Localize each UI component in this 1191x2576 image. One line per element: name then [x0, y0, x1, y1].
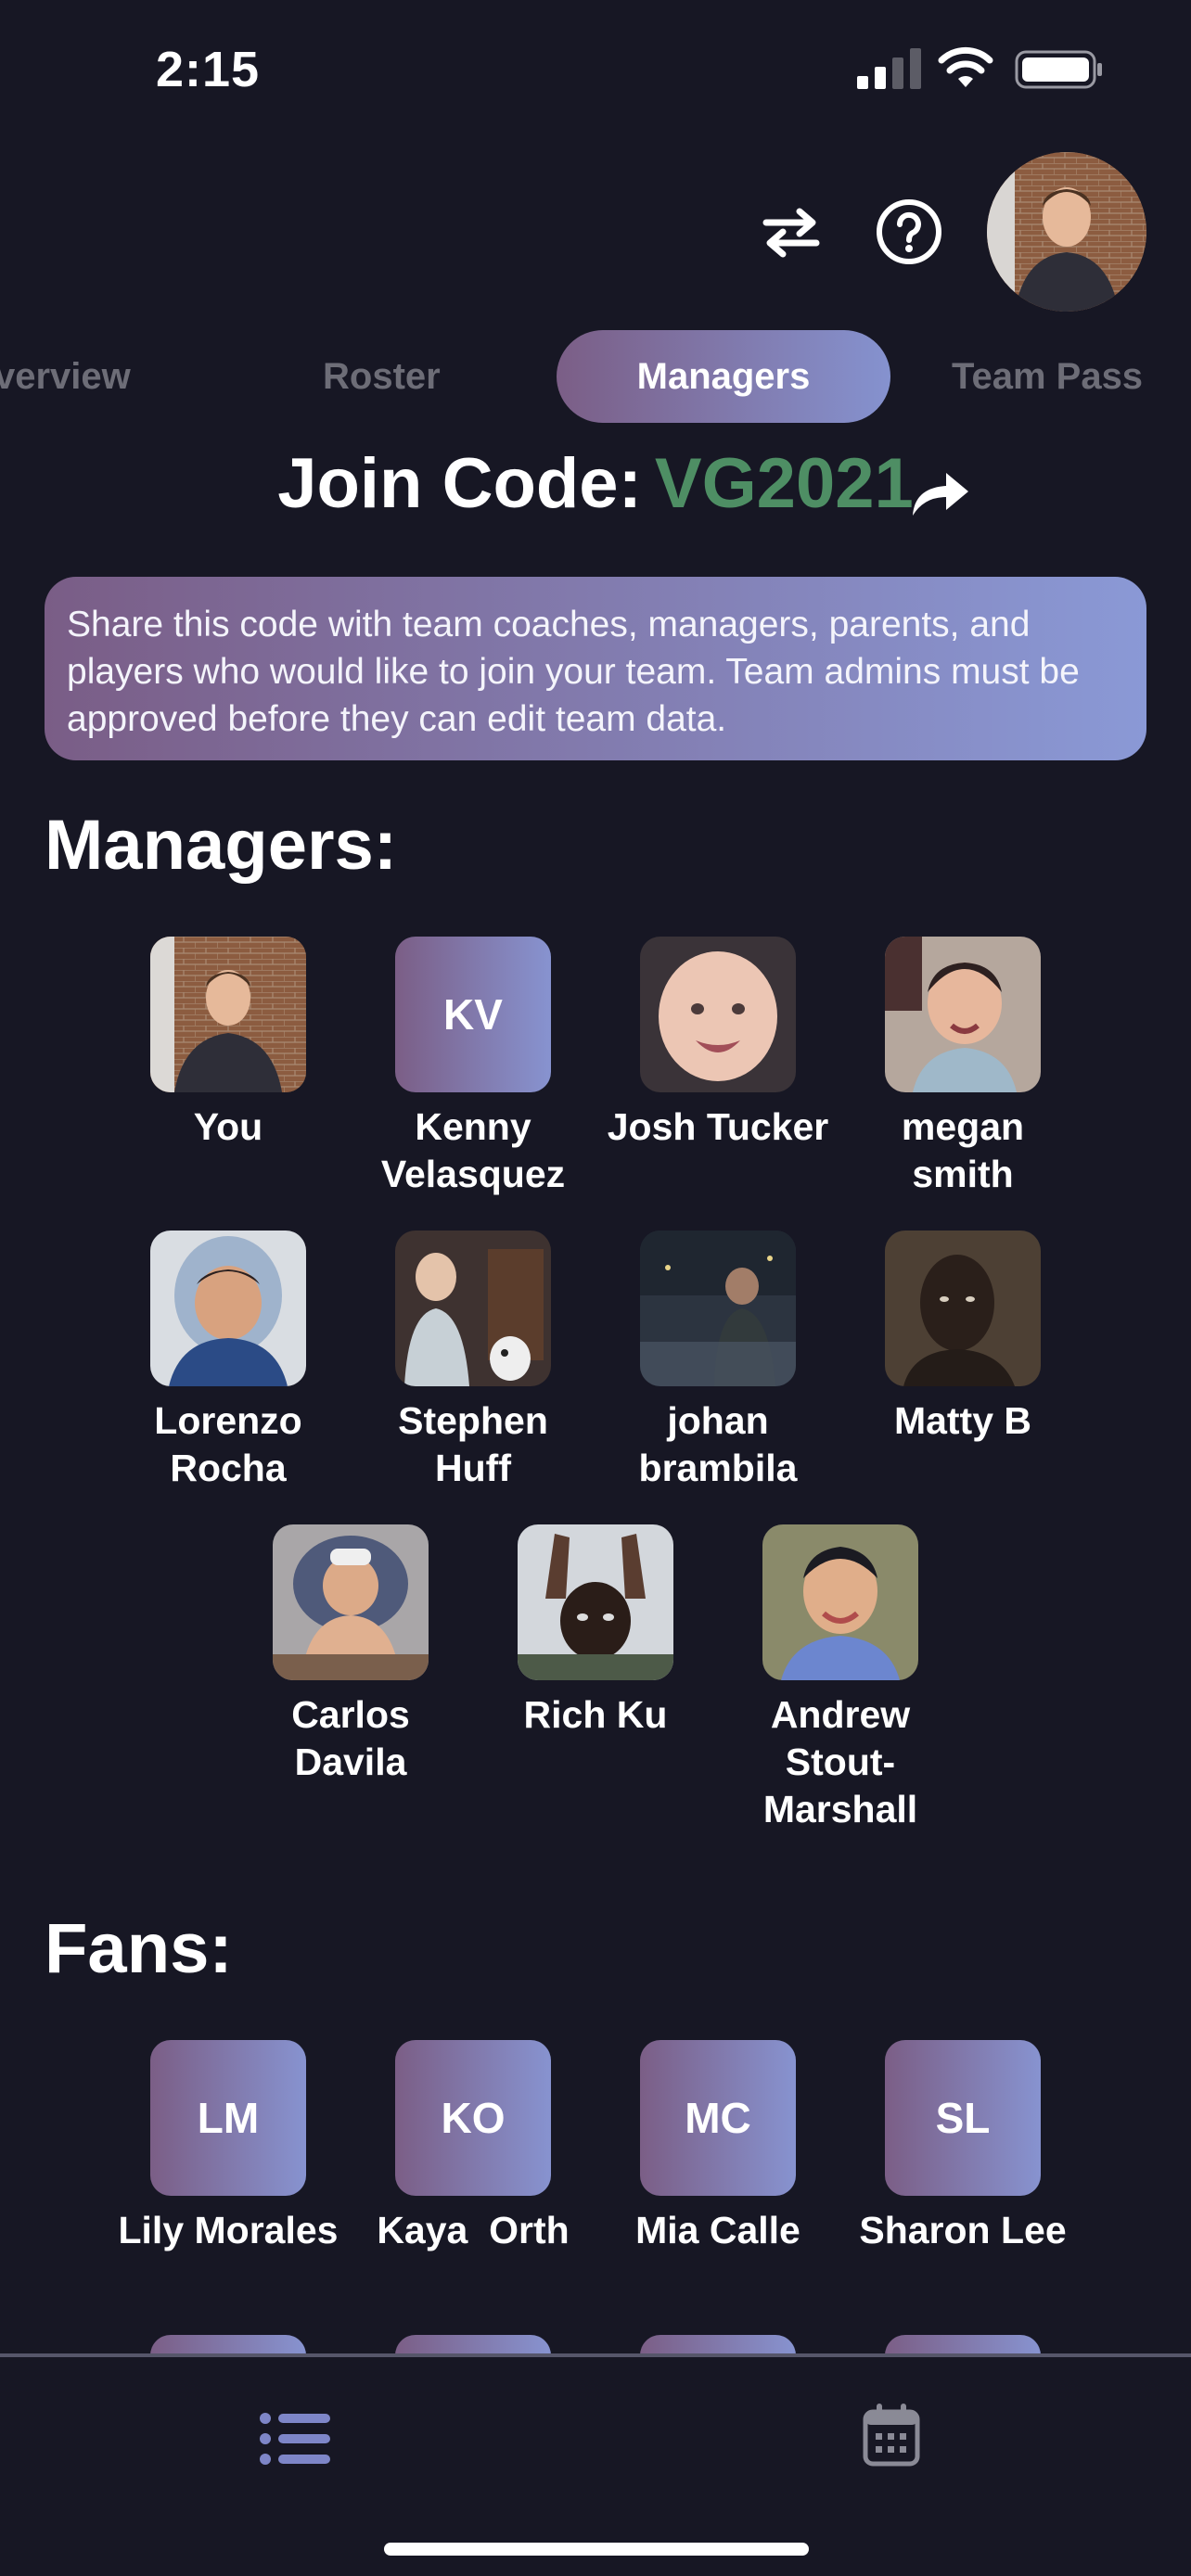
avatar	[395, 1231, 551, 1386]
tab-bar: verview Roster Managers Team Pass	[0, 330, 1191, 423]
person-name: Matty B	[893, 1399, 1032, 1442]
join-code-label: Join Code:	[277, 444, 642, 523]
list-icon[interactable]	[260, 2411, 330, 2467]
join-code-info: Share this code with team coaches, manag…	[45, 577, 1146, 760]
fans-heading: Fans:	[45, 1909, 233, 1988]
tab-overview[interactable]: verview	[0, 330, 131, 423]
manager-tile[interactable]: Stephen Huff	[362, 1231, 584, 1492]
status-time: 2:15	[156, 42, 261, 97]
avatar	[640, 937, 796, 1092]
home-indicator[interactable]	[384, 2543, 809, 2556]
manager-tile[interactable]: megan smith	[852, 937, 1074, 1198]
avatar	[885, 937, 1041, 1092]
person-name: Sharon Lee	[859, 2209, 1067, 2251]
avatar	[150, 937, 306, 1092]
profile-photo	[987, 152, 1146, 312]
avatar	[150, 1231, 306, 1386]
person-name: Andrew Stout-Marshall	[762, 1693, 918, 1830]
managers-heading: Managers:	[45, 806, 398, 885]
person-name: Lily Morales	[118, 2209, 339, 2251]
manager-tile[interactable]: Carlos Davila	[239, 1524, 462, 1786]
avatar: LM	[150, 2040, 306, 2196]
avatar-photo	[885, 937, 1041, 1092]
manager-tile[interactable]: You	[117, 937, 339, 1151]
avatar-photo	[150, 937, 306, 1092]
calendar-icon[interactable]	[863, 2404, 920, 2467]
person-name: Mia Calle	[635, 2209, 800, 2251]
join-code-row: Join Code: VG2021	[0, 443, 1191, 536]
avatar-photo	[885, 1231, 1041, 1386]
swap-arrows-icon[interactable]	[759, 204, 824, 260]
fan-tile[interactable]: LM Lily Morales	[117, 2040, 339, 2254]
avatar-photo	[640, 937, 796, 1092]
help-icon[interactable]	[876, 198, 942, 265]
tab-managers[interactable]: Managers	[557, 330, 890, 423]
avatar	[273, 1524, 429, 1680]
person-name: Josh Tucker	[607, 1105, 829, 1148]
avatar-photo	[273, 1524, 429, 1680]
tab-roster[interactable]: Roster	[323, 330, 441, 423]
manager-tile[interactable]: Josh Tucker	[607, 937, 829, 1151]
person-name: Rich Ku	[523, 1693, 668, 1736]
person-name: megan smith	[901, 1105, 1025, 1195]
avatar-photo	[640, 1231, 796, 1386]
avatar	[885, 1231, 1041, 1386]
person-name: Carlos Davila	[291, 1693, 410, 1783]
team-managers-screen: 2:15 verview Roster Managers Team Pass J…	[0, 0, 1191, 2576]
avatar-photo	[395, 1231, 551, 1386]
person-name: Kaya Orth	[377, 2209, 570, 2251]
person-name: You	[193, 1105, 263, 1148]
avatar-photo	[518, 1524, 673, 1680]
avatar: KV	[395, 937, 551, 1092]
fan-tile[interactable]: SL Sharon Lee	[852, 2040, 1074, 2254]
avatar	[640, 1231, 796, 1386]
profile-avatar[interactable]	[987, 152, 1146, 312]
person-name: Kenny Velasquez	[380, 1105, 566, 1195]
fan-tile[interactable]: MC Mia Calle	[607, 2040, 829, 2254]
join-code-value: VG2021	[654, 444, 914, 523]
tab-team-pass[interactable]: Team Pass	[952, 330, 1143, 423]
person-name: johan brambila	[638, 1399, 798, 1489]
avatar-photo	[762, 1524, 918, 1680]
avatar-photo	[150, 1231, 306, 1386]
cellular-signal-icon	[857, 48, 921, 89]
avatar: KO	[395, 2040, 551, 2196]
share-arrow-icon[interactable]	[909, 464, 972, 519]
manager-tile[interactable]: KV Kenny Velasquez	[362, 937, 584, 1198]
avatar: SL	[885, 2040, 1041, 2196]
battery-icon	[1015, 50, 1102, 89]
manager-tile[interactable]: Rich Ku	[484, 1524, 707, 1739]
manager-tile[interactable]: johan brambila	[607, 1231, 829, 1492]
person-name: Stephen Huff	[398, 1399, 548, 1489]
avatar	[762, 1524, 918, 1680]
manager-tile[interactable]: Matty B	[852, 1231, 1074, 1445]
wifi-icon	[938, 46, 993, 87]
avatar	[518, 1524, 673, 1680]
person-name: Lorenzo Rocha	[154, 1399, 302, 1489]
manager-tile[interactable]: Lorenzo Rocha	[117, 1231, 339, 1492]
avatar: MC	[640, 2040, 796, 2196]
manager-tile[interactable]: Andrew Stout-Marshall	[729, 1524, 952, 1833]
fan-tile[interactable]: KO Kaya Orth	[362, 2040, 584, 2254]
